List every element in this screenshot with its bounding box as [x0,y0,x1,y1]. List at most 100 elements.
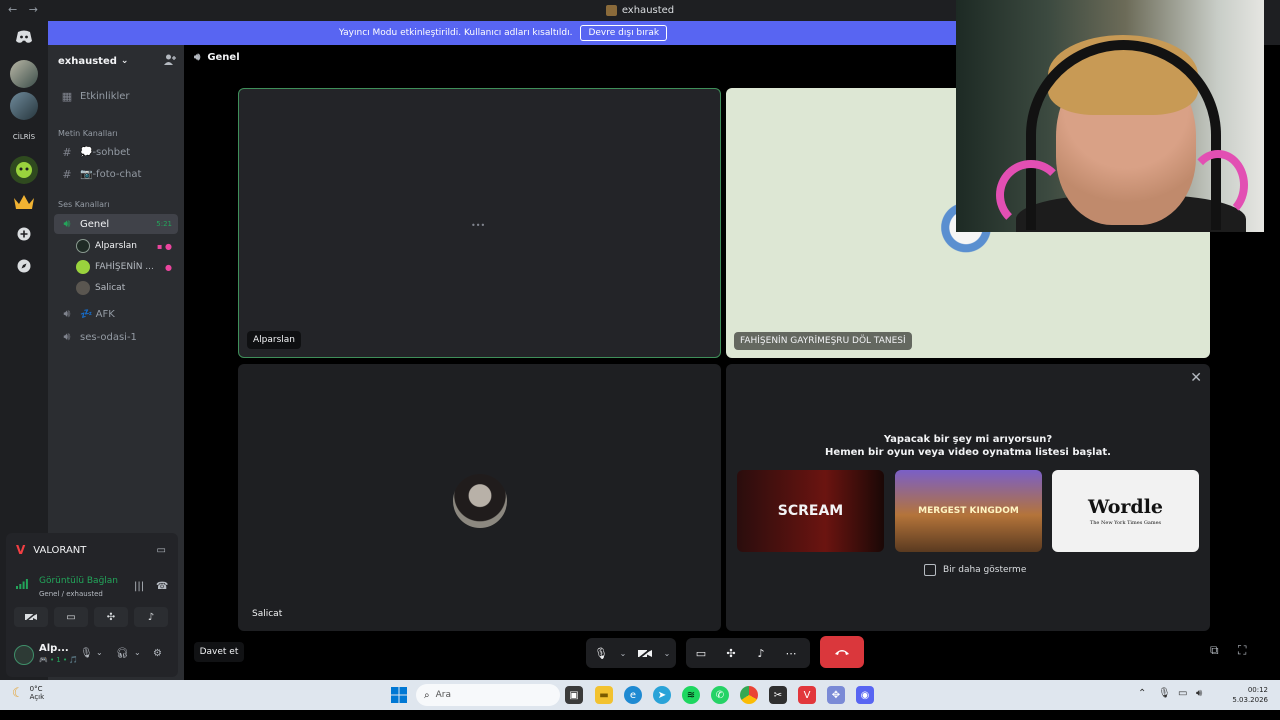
activity-controls: ▭ ✣ ♪ ⋯ [686,638,810,668]
chevron-down-icon[interactable]: ⌄ [96,648,103,657]
voice-member[interactable]: Alparslan ▪ ● [76,237,176,255]
discover-icon[interactable] [10,252,38,280]
valorant-icon: V [16,543,26,557]
volume-icon[interactable]: 🔊︎ [1196,688,1202,699]
forward-icon[interactable]: → [29,3,38,16]
chevron-down-icon[interactable]: ⌄ [660,649,674,658]
avatar [76,239,90,253]
edge-icon[interactable]: e [624,686,642,704]
voice-channel-afk[interactable]: 🔊︎ 💤 AFK [54,304,178,324]
app-icon[interactable]: ✥ [827,686,845,704]
add-server-icon[interactable] [10,220,38,248]
close-icon[interactable]: ✕ [1190,370,1202,386]
channel-foto-chat[interactable]: # 📷-foto-chat [54,164,178,184]
gear-icon[interactable]: ⚙ [153,648,162,659]
chevron-down-icon[interactable]: ⌄ [616,649,630,658]
add-member-icon[interactable] [164,54,176,68]
webcam-headset-light [996,160,1066,230]
voice-location[interactable]: Genel / exhausted [39,590,103,598]
invite-button[interactable]: Davet et [194,642,244,662]
camera-off-icon[interactable] [630,638,660,668]
speaker-icon: 🔊︎ [194,52,201,63]
chevron-down-icon[interactable]: ⌄ [134,648,141,657]
server-avatar-1[interactable] [10,60,38,88]
popout-icon[interactable]: ⧉ [1210,643,1219,658]
more-icon[interactable]: ⋯ [776,638,806,668]
text-category[interactable]: Metin Kanalları [58,129,118,138]
username[interactable]: Alp... [39,643,69,654]
file-explorer-icon[interactable]: ▬ [595,686,613,704]
microphone-icon[interactable]: 🎙︎ [80,648,93,659]
screen-share-button[interactable]: ▭ [54,607,88,627]
user-status: 🎮 • 1 • 🎵 [39,656,79,664]
dont-show-again[interactable]: Bir daha gösterme [924,564,1026,576]
activity-scream[interactable]: SCREAM [737,470,884,552]
speaker-icon: 🔊︎ [63,330,71,343]
nav-arrows: ← → [8,3,46,16]
clock-date: 5.03.2026 [1232,696,1268,704]
video-tile-alparslan[interactable]: ••• Alparslan [238,88,721,358]
activity-card[interactable]: V VALORANT ▭ [6,533,178,567]
banner-text: Yayıncı Modu etkinleştirildi. Kullanıcı … [338,28,573,38]
chrome-icon[interactable] [740,686,758,704]
video-tile-salicat[interactable]: Salicat [238,364,721,631]
share-screen-icon[interactable]: ▭ [157,545,166,556]
channel-label: Genel [80,218,110,230]
fullscreen-icon[interactable]: ⛶ [1238,643,1246,658]
chevron-up-icon[interactable]: ⌃ [1138,688,1146,699]
soundboard-button[interactable]: ♪ [134,607,168,627]
voice-channel-ses-odasi[interactable]: 🔊︎ ses-odasi-1 [54,327,178,347]
guild-header[interactable]: exhausted ⌄ [48,45,184,77]
voice-category[interactable]: Ses Kanalları [58,200,110,209]
voice-member[interactable]: FAHİŞENİN ... ● [76,258,176,276]
headphones-icon[interactable]: 🎧︎ [116,648,129,659]
server-avatar-2[interactable] [10,92,38,120]
events-item[interactable]: ▦ Etkinlikler [54,86,178,106]
whatsapp-icon[interactable]: ✆ [711,686,729,704]
voice-member[interactable]: Salicat [76,279,176,297]
crown-server-icon[interactable] [10,188,38,216]
microphone-icon[interactable]: 🎙︎ [586,638,616,668]
back-icon[interactable]: ← [8,3,17,16]
voice-category-label: Ses Kanalları [58,200,110,209]
camera-off-button[interactable] [14,607,48,627]
channel-title: Genel [207,52,240,63]
screen-share-icon[interactable]: ▭ [686,638,716,668]
weather-widget[interactable]: ☾ 0°C Açık [12,685,44,701]
activity-mergest-kingdom[interactable]: MERGEST KINGDOM [895,470,1042,552]
activities-button[interactable]: ✣ [94,607,128,627]
activities-icon[interactable]: ✣ [716,638,746,668]
server-cilris[interactable]: CİLRİS [4,133,44,141]
soundboard-icon[interactable]: ♪ [746,638,776,668]
telegram-icon[interactable]: ➤ [653,686,671,704]
call-timer: 5:21 [156,220,172,228]
voice-channel-genel[interactable]: 🔊︎ Genel 5:21 [54,214,178,234]
tile-label: Salicat [252,609,283,619]
server-avatar-3[interactable] [10,156,38,184]
noise-suppression-icon[interactable]: ||| [134,581,144,592]
dont-show-checkbox[interactable] [924,564,936,576]
valorant-icon[interactable]: V [798,686,816,704]
spotify-icon[interactable]: ≋ [682,686,700,704]
discord-home-icon[interactable] [10,25,38,49]
taskbar-search[interactable]: ⌕ Ara [416,684,560,706]
microphone-icon[interactable]: 🎙︎ [1158,688,1171,699]
disconnect-button[interactable] [820,636,864,668]
avatar[interactable] [14,645,34,665]
chevron-down-icon: ⌄ [120,56,129,66]
task-view-icon[interactable]: ▣ [565,686,583,704]
voice-status[interactable]: Görüntülü Bağlan [39,576,118,586]
avatar [76,281,90,295]
server-icon [605,4,617,16]
capcut-icon[interactable]: ✂ [769,686,787,704]
channel-label: 💭-sohbet [80,146,131,158]
channel-sohbet[interactable]: # 💭-sohbet [54,142,178,162]
activity-wordle[interactable]: Wordle The New York Times Games [1052,470,1199,552]
start-icon[interactable] [390,686,408,704]
clock[interactable]: 00:12 5.03.2026 [1224,685,1268,705]
discord-icon[interactable]: ◉ [856,686,874,704]
disable-streamer-mode-button[interactable]: Devre dışı bırak [580,25,668,41]
user-panel: Alp... 🎮 • 1 • 🎵 🎙︎ ⌄ 🎧︎ ⌄ ⚙ [6,635,178,677]
network-icon[interactable]: ▭ [1178,688,1187,699]
disconnect-icon[interactable]: ☎ [156,581,168,592]
